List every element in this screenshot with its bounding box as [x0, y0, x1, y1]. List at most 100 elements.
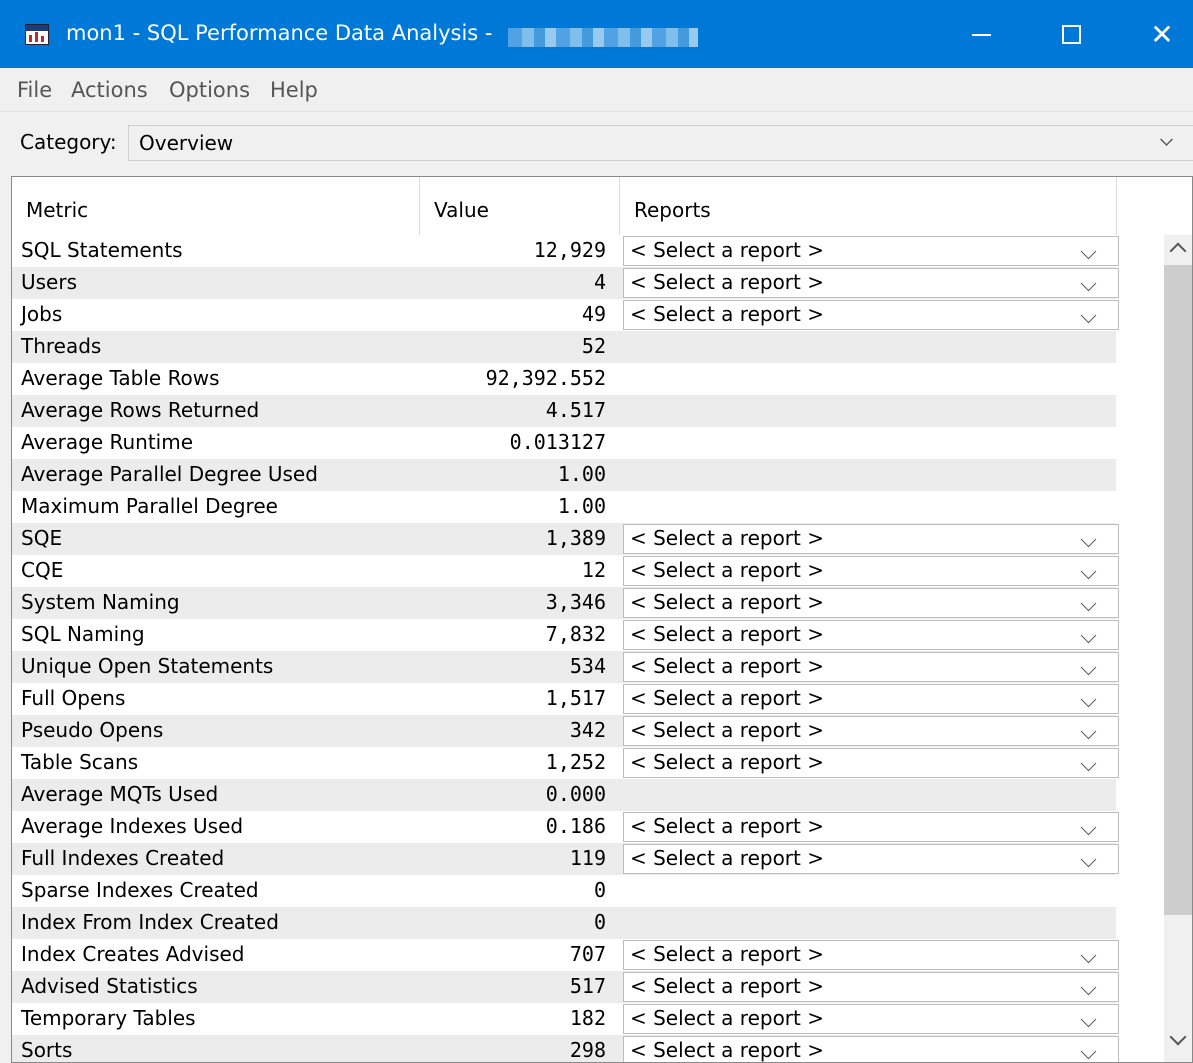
chevron-down-icon — [1080, 627, 1097, 644]
chevron-down-icon — [1080, 979, 1097, 996]
metric-cell: SQL Statements — [21, 238, 183, 262]
maximize-button[interactable] — [1040, 0, 1102, 68]
table-row[interactable]: System Naming 3,346 < Select a report > — [12, 587, 1119, 619]
table-row[interactable]: Average Rows Returned 4.517 — [12, 395, 1116, 427]
value-cell: 4.517 — [545, 398, 606, 422]
category-dropdown[interactable]: Overview — [128, 125, 1193, 161]
value-cell: 0.186 — [545, 814, 606, 838]
minimize-icon — [971, 34, 991, 36]
report-dropdown[interactable]: < Select a report > — [623, 1004, 1119, 1034]
table-row[interactable]: Average Table Rows 92,392.552 — [12, 363, 1116, 395]
menu-bar: File Actions Options Help — [0, 70, 1193, 112]
report-dropdown[interactable]: < Select a report > — [623, 716, 1119, 746]
report-dropdown-value: < Select a report > — [630, 814, 824, 838]
report-dropdown-value: < Select a report > — [630, 654, 824, 678]
table-row[interactable]: Average Parallel Degree Used 1.00 — [12, 459, 1116, 491]
metric-cell: Pseudo Opens — [21, 718, 164, 742]
report-dropdown[interactable]: < Select a report > — [623, 236, 1119, 266]
metric-cell: SQE — [21, 526, 63, 550]
report-dropdown-value: < Select a report > — [630, 622, 824, 646]
value-cell: 707 — [569, 942, 606, 966]
menu-help[interactable]: Help — [270, 78, 318, 102]
report-dropdown[interactable]: < Select a report > — [623, 844, 1119, 874]
report-dropdown-value: < Select a report > — [630, 750, 824, 774]
table-row[interactable]: Table Scans 1,252 < Select a report > — [12, 747, 1119, 779]
menu-actions[interactable]: Actions — [71, 78, 148, 102]
chevron-down-icon — [1080, 1043, 1097, 1060]
table-row[interactable]: Sparse Indexes Created 0 — [12, 875, 1116, 907]
menu-options[interactable]: Options — [169, 78, 250, 102]
table-row[interactable]: Full Opens 1,517 < Select a report > — [12, 683, 1119, 715]
report-dropdown[interactable]: < Select a report > — [623, 812, 1119, 842]
value-cell: 0 — [593, 910, 606, 934]
metric-cell: Average MQTs Used — [21, 782, 219, 806]
column-header-value[interactable]: Value — [420, 177, 620, 235]
table-row[interactable]: Threads 52 — [12, 331, 1116, 363]
table-row[interactable]: Average Runtime 0.013127 — [12, 427, 1116, 459]
table-row[interactable]: CQE 12 < Select a report > — [12, 555, 1119, 587]
table-row[interactable]: Average MQTs Used 0.000 — [12, 779, 1116, 811]
report-dropdown[interactable]: < Select a report > — [623, 556, 1119, 586]
report-dropdown[interactable]: < Select a report > — [623, 300, 1119, 330]
scroll-thumb[interactable] — [1164, 265, 1192, 915]
report-dropdown[interactable]: < Select a report > — [623, 588, 1119, 618]
scroll-up-icon[interactable] — [1169, 242, 1187, 260]
minimize-button[interactable] — [950, 0, 1012, 68]
metric-cell: Sparse Indexes Created — [21, 878, 259, 902]
chevron-down-icon — [1080, 531, 1097, 548]
report-dropdown[interactable]: < Select a report > — [623, 972, 1119, 1002]
chevron-down-icon — [1080, 659, 1097, 676]
report-dropdown-value: < Select a report > — [630, 590, 824, 614]
chevron-down-icon — [1080, 691, 1097, 708]
value-cell: 12 — [581, 558, 606, 582]
table-row[interactable]: Temporary Tables 182 < Select a report > — [12, 1003, 1119, 1035]
report-dropdown[interactable]: < Select a report > — [623, 748, 1119, 778]
column-header-reports[interactable]: Reports — [620, 177, 1117, 235]
table-row[interactable]: Unique Open Statements 534 < Select a repo… — [12, 651, 1119, 683]
chevron-down-icon — [1080, 1011, 1097, 1028]
value-cell: 182 — [569, 1006, 606, 1030]
table-row[interactable]: Pseudo Opens 342 < Select a report > — [12, 715, 1119, 747]
report-dropdown[interactable]: < Select a report > — [623, 620, 1119, 650]
table-row[interactable]: Average Indexes Used 0.186 < Select a repo… — [12, 811, 1119, 843]
table-row[interactable]: Users 4 < Select a report > — [12, 267, 1119, 299]
value-cell: 3,346 — [545, 590, 606, 614]
report-dropdown[interactable]: < Select a report > — [623, 524, 1119, 554]
table-row[interactable]: Sorts 298 < Select a report > — [12, 1035, 1119, 1062]
table-row[interactable]: SQL Statements 12,929 < Select a report > — [12, 235, 1119, 267]
chevron-down-icon — [1080, 307, 1097, 324]
menu-file[interactable]: File — [17, 78, 52, 102]
report-dropdown[interactable]: < Select a report > — [623, 652, 1119, 682]
metric-cell: Temporary Tables — [21, 1006, 196, 1030]
vertical-scrollbar[interactable] — [1164, 235, 1192, 1062]
report-dropdown[interactable]: < Select a report > — [623, 684, 1119, 714]
value-cell: 534 — [569, 654, 606, 678]
chevron-down-icon — [1080, 819, 1097, 836]
report-dropdown[interactable]: < Select a report > — [623, 1036, 1119, 1062]
table-row[interactable]: Index From Index Created 0 — [12, 907, 1116, 939]
table-row[interactable]: Index Creates Advised 707 < Select a repor… — [12, 939, 1119, 971]
value-cell: 92,392.552 — [485, 366, 606, 390]
report-dropdown-value: < Select a report > — [630, 846, 824, 870]
table-row[interactable]: Full Indexes Created 119 < Select a report… — [12, 843, 1119, 875]
scroll-down-icon[interactable] — [1169, 1028, 1187, 1046]
table-row[interactable]: Maximum Parallel Degree 1.00 — [12, 491, 1116, 523]
table-row[interactable]: Jobs 49 < Select a report > — [12, 299, 1119, 331]
table-row[interactable]: Advised Statistics 517 < Select a report > — [12, 971, 1119, 1003]
table-row[interactable]: SQE 1,389 < Select a report > — [12, 523, 1119, 555]
chevron-down-icon — [1160, 133, 1173, 146]
metric-cell: Full Opens — [21, 686, 126, 710]
category-value: Overview — [139, 131, 234, 155]
metric-cell: Full Indexes Created — [21, 846, 225, 870]
metric-cell: Index Creates Advised — [21, 942, 245, 966]
report-dropdown-value: < Select a report > — [630, 238, 824, 262]
report-dropdown[interactable]: < Select a report > — [623, 268, 1119, 298]
report-dropdown[interactable]: < Select a report > — [623, 940, 1119, 970]
redacted-title-segment — [508, 28, 698, 47]
column-header-metric[interactable]: Metric — [12, 177, 420, 235]
table-row[interactable]: SQL Naming 7,832 < Select a report > — [12, 619, 1119, 651]
value-cell: 298 — [569, 1038, 606, 1062]
grid-header: Metric Value Reports — [12, 177, 1117, 235]
app-icon — [25, 24, 49, 45]
close-button[interactable]: ✕ — [1131, 0, 1193, 68]
